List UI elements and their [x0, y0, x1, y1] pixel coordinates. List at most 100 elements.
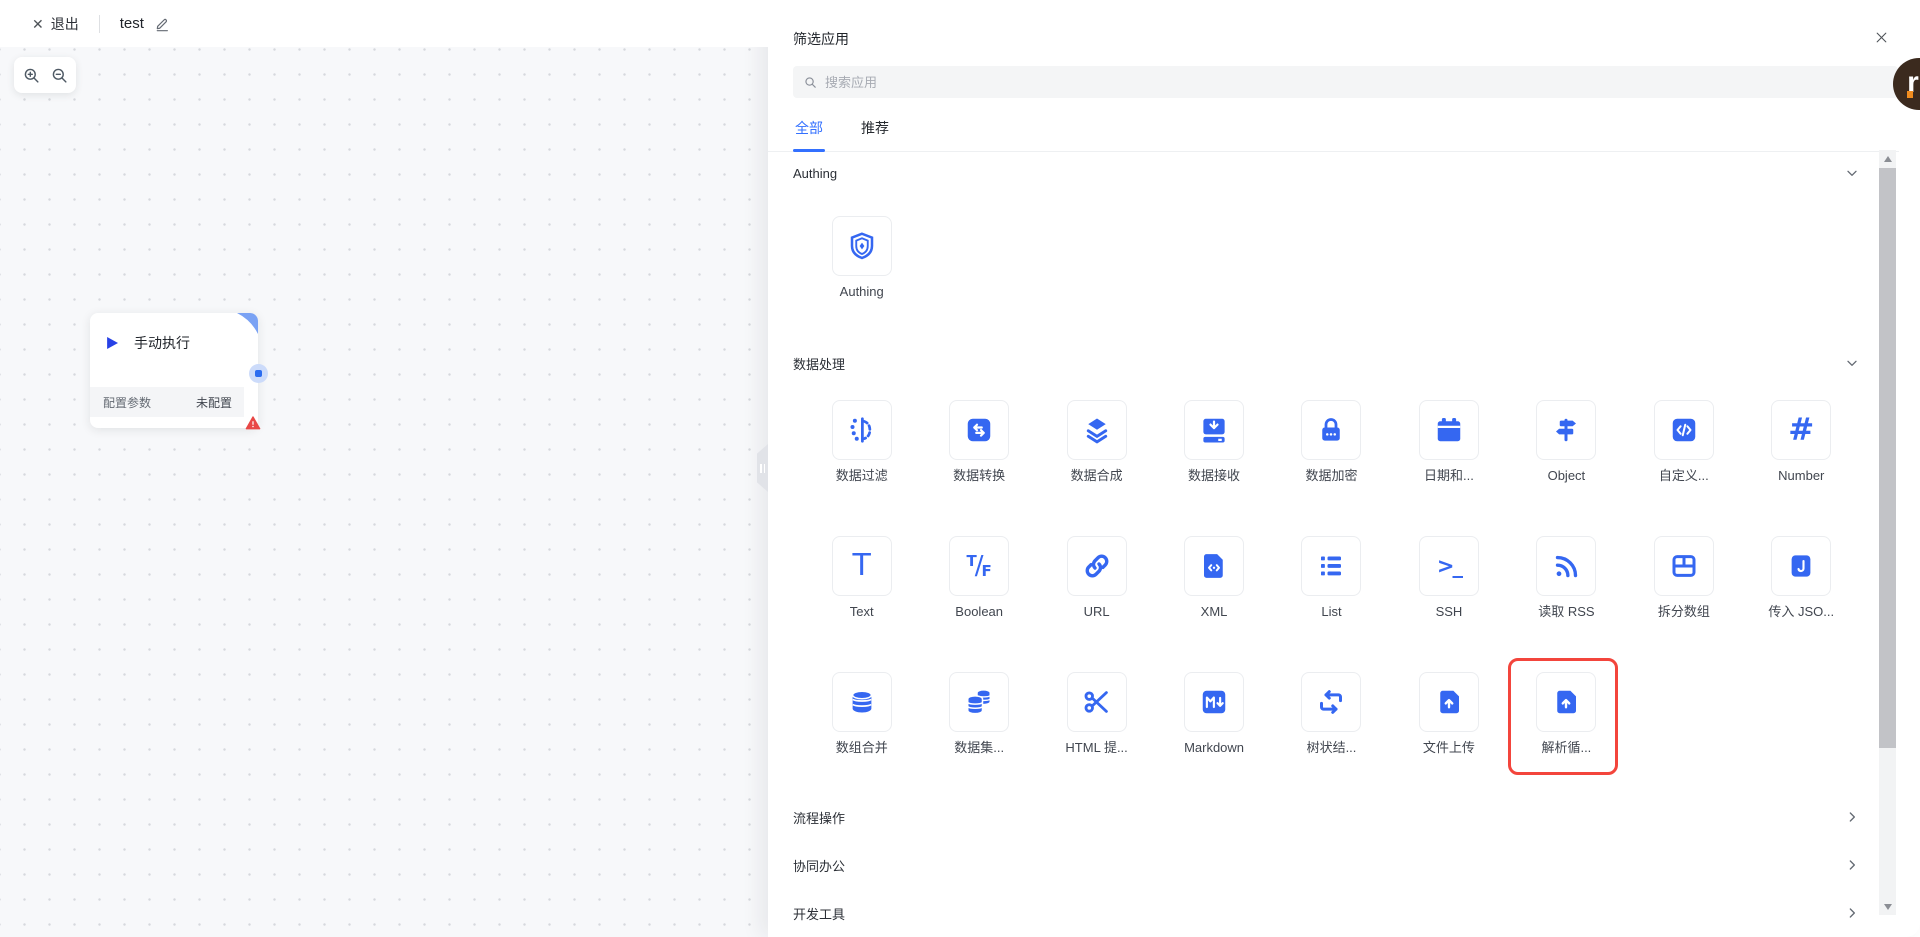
app-item-parse-loop[interactable]: 解析循...	[1508, 672, 1625, 756]
link-icon	[1082, 551, 1112, 581]
app-item-data-filter[interactable]: 数据过滤	[803, 400, 920, 484]
app-item-label: 拆分数组	[1658, 604, 1710, 620]
file-upload-icon	[1551, 687, 1581, 717]
app-item-file-upload[interactable]: 文件上传	[1390, 672, 1507, 756]
topbar-divider	[99, 15, 100, 33]
edit-pencil-icon[interactable]	[154, 16, 170, 32]
app-item-tree-structure[interactable]: 树状结...	[1273, 672, 1390, 756]
app-picker-panel: 筛选应用 全部推荐 AuthingAuthing数据处理数据过滤数据转换数据合成…	[768, 0, 1920, 937]
app-icon-card	[1184, 672, 1244, 732]
app-item-label: URL	[1084, 604, 1110, 620]
app-item-object[interactable]: Object	[1508, 400, 1625, 484]
layers-icon	[1082, 415, 1112, 445]
chevron-right-icon	[1844, 905, 1860, 921]
lock-icon	[1316, 415, 1346, 445]
app-icon-card	[1654, 400, 1714, 460]
panel-close-icon[interactable]	[1872, 28, 1890, 46]
loop-arrows-icon	[1316, 687, 1346, 717]
scrollbar-up-arrow[interactable]	[1879, 150, 1896, 167]
zoom-out-icon[interactable]	[48, 64, 70, 86]
app-item-label: Object	[1548, 468, 1586, 484]
tab-all[interactable]: 全部	[793, 112, 825, 151]
panel-collapse-handle[interactable]	[757, 444, 768, 492]
authing-shield-icon	[847, 231, 877, 261]
app-item-data-receive[interactable]: 数据接收	[1155, 400, 1272, 484]
app-icon-card	[1771, 536, 1831, 596]
app-item-label: Text	[850, 604, 874, 620]
app-item-text[interactable]: TText	[803, 536, 920, 620]
exit-label: 退出	[51, 14, 79, 34]
app-item-html-extract[interactable]: HTML 提...	[1038, 672, 1155, 756]
app-item-label: 传入 JSO...	[1768, 604, 1834, 620]
app-item-xml[interactable]: XML	[1155, 536, 1272, 620]
scrollbar-down-arrow[interactable]	[1879, 898, 1896, 915]
section-header-data-processing[interactable]: 数据处理	[793, 352, 1896, 374]
section-header-flow-ops[interactable]: 流程操作	[793, 806, 1896, 828]
section-header-dev-tools[interactable]: 开发工具	[793, 902, 1896, 924]
app-item-data-transform[interactable]: 数据转换	[920, 400, 1037, 484]
app-item-label: Markdown	[1184, 740, 1244, 756]
app-icon-card	[1067, 536, 1127, 596]
section-authing: Authing Authing	[793, 162, 1896, 300]
exit-button[interactable]: ✕ 退出	[32, 14, 79, 34]
app-item-data-collect[interactable]: 数据集...	[920, 672, 1037, 756]
app-item-number[interactable]: #Number	[1743, 400, 1860, 484]
app-item-label: 数据集...	[954, 740, 1004, 756]
app-item-url[interactable]: URL	[1038, 536, 1155, 620]
code-square-icon	[1669, 415, 1699, 445]
node-manual-trigger[interactable]: 手动执行 配置参数 未配置	[90, 313, 258, 428]
app-icon-card	[1654, 536, 1714, 596]
app-icon-card	[1301, 536, 1361, 596]
app-icon-card	[832, 672, 892, 732]
scrollbar-thumb[interactable]	[1879, 168, 1896, 748]
app-item-json-in[interactable]: 传入 JSO...	[1743, 536, 1860, 620]
app-item-authing[interactable]: Authing	[803, 216, 920, 300]
app-item-ssh[interactable]: >_ SSH	[1390, 536, 1507, 620]
app-item-date-time[interactable]: 日期和...	[1390, 400, 1507, 484]
panel-scrollbar[interactable]	[1879, 150, 1896, 915]
app-item-read-rss[interactable]: 读取 RSS	[1508, 536, 1625, 620]
app-icon-card	[949, 400, 1009, 460]
close-icon: ✕	[32, 17, 44, 31]
file-upload-icon	[1434, 687, 1464, 717]
database-icon	[847, 687, 877, 717]
search-input[interactable]	[825, 75, 1811, 90]
boolean-tf-icon: T/F	[967, 553, 992, 579]
section-data-processing: 数据处理数据过滤数据转换数据合成数据接收数据加密日期和... Object 自定义.…	[793, 352, 1896, 756]
terminal-icon: >_	[1437, 556, 1461, 577]
app-list: Authing Authing 数据处理数据过滤数据转换数据合成数据接收数据加密日期…	[768, 148, 1896, 925]
app-item-custom-code[interactable]: 自定义...	[1625, 400, 1742, 484]
section-dev-tools: 开发工具	[793, 902, 1896, 924]
app-item-markdown[interactable]: Markdown	[1155, 672, 1272, 756]
section-flow-ops: 流程操作	[793, 806, 1896, 828]
section-collaboration: 协同办公	[793, 854, 1896, 876]
section-header-authing[interactable]: Authing	[793, 162, 1896, 184]
app-icon-card	[1419, 672, 1479, 732]
app-item-boolean[interactable]: T/FBoolean	[920, 536, 1037, 620]
app-item-array-merge[interactable]: 数组合并	[803, 672, 920, 756]
database-multi-icon	[964, 687, 994, 717]
app-icon-card	[1536, 400, 1596, 460]
flow-canvas[interactable]: ✕ 退出 test	[0, 0, 768, 937]
app-icon-card: #	[1771, 400, 1831, 460]
app-item-label: 数组合并	[836, 740, 888, 756]
node-param-row[interactable]: 配置参数 未配置	[90, 387, 244, 417]
app-item-split-array[interactable]: 拆分数组	[1625, 536, 1742, 620]
node-output-connector[interactable]	[249, 364, 268, 383]
section-title: Authing	[793, 166, 837, 181]
app-icon-card	[1419, 400, 1479, 460]
section-header-collaboration[interactable]: 协同办公	[793, 854, 1896, 876]
tab-recommended[interactable]: 推荐	[859, 112, 891, 151]
app-item-list[interactable]: List	[1273, 536, 1390, 620]
app-item-label: SSH	[1436, 604, 1463, 620]
calendar-icon	[1434, 415, 1464, 445]
app-item-data-encrypt[interactable]: 数据加密	[1273, 400, 1390, 484]
zoom-in-icon[interactable]	[20, 64, 42, 86]
tabs-bar: 全部推荐	[768, 112, 1899, 152]
app-icon-card: >_	[1419, 536, 1479, 596]
app-icon-card: T/F	[949, 536, 1009, 596]
app-icon-card	[1301, 400, 1361, 460]
app-item-label: HTML 提...	[1065, 740, 1127, 756]
app-item-data-compose[interactable]: 数据合成	[1038, 400, 1155, 484]
app-item-label: List	[1321, 604, 1341, 620]
